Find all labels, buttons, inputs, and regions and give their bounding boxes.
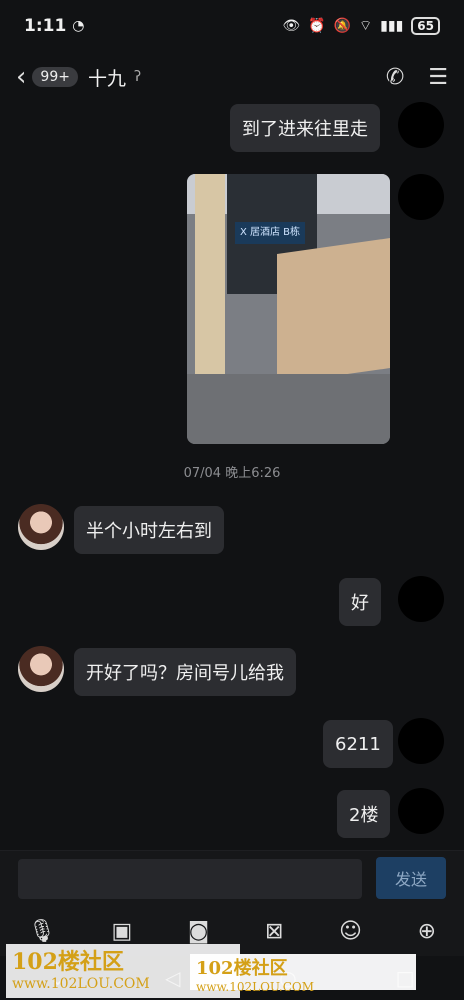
mute-icon: 🔕 xyxy=(333,18,351,34)
wifi-icon: ⌔ xyxy=(359,18,373,34)
unread-badge[interactable]: 99+ xyxy=(32,67,78,87)
message-input[interactable] xyxy=(18,859,362,899)
camera-icon[interactable]: ◙ xyxy=(188,919,209,944)
message-timestamp: 07/04 晚上6:26 xyxy=(183,466,281,481)
watermark: 102楼社区 www.102LOU.COM xyxy=(190,954,416,994)
status-icons: 👁 ⏰ 🔕 ⌔ ▮▮▮ 65 xyxy=(282,17,440,35)
avatar-self[interactable] xyxy=(398,576,444,622)
earpiece-icon: ʔ xyxy=(133,69,142,85)
message-image[interactable]: X 居酒店 B栋 xyxy=(187,174,390,444)
message-bubble-self[interactable]: 好 xyxy=(339,578,381,626)
contact-name: 十九 xyxy=(87,67,126,90)
input-bar: 发送 xyxy=(0,850,464,906)
chat-header: ‹ 99+ 十九 ʔ ✆ ☰ xyxy=(0,52,464,102)
avatar-self[interactable] xyxy=(398,102,444,148)
phone-icon[interactable]: ✆ xyxy=(386,65,404,90)
send-button[interactable]: 发送 xyxy=(376,857,446,899)
speed-icon: ◔ xyxy=(72,18,85,34)
avatar-self[interactable] xyxy=(398,174,444,220)
mic-icon[interactable]: 🎙 xyxy=(28,919,56,944)
menu-icon[interactable]: ☰ xyxy=(428,65,448,90)
message-bubble-self[interactable]: 6211 xyxy=(323,720,393,768)
alarm-icon: ⏰ xyxy=(308,18,326,34)
emoji-icon[interactable]: ☺ xyxy=(339,919,362,944)
battery-indicator: 65 xyxy=(411,17,440,35)
message-bubble-other[interactable]: 半个小时左右到 xyxy=(74,506,224,554)
red-packet-icon[interactable]: ⊠ xyxy=(265,919,283,944)
image-icon[interactable]: ▣ xyxy=(111,919,132,944)
avatar-self[interactable] xyxy=(398,788,444,834)
message-bubble-self[interactable]: 2楼 xyxy=(337,790,391,838)
image-sign-text: X 居酒店 B栋 xyxy=(235,222,305,244)
avatar-contact[interactable] xyxy=(18,504,64,550)
status-bar: 1:11 ◔ 👁 ⏰ 🔕 ⌔ ▮▮▮ 65 xyxy=(0,0,464,52)
plus-icon[interactable]: ⊕ xyxy=(418,919,436,944)
back-arrow-icon[interactable]: ‹ xyxy=(16,62,26,92)
eye-icon: 👁 xyxy=(282,18,301,34)
avatar-self[interactable] xyxy=(398,718,444,764)
signal-icon: ▮▮▮ xyxy=(380,18,404,34)
message-bubble-self[interactable]: 到了进来往里走 xyxy=(230,104,380,152)
message-bubble-other[interactable]: 开好了吗？房间号儿给我 xyxy=(74,648,296,696)
avatar-contact[interactable] xyxy=(18,646,64,692)
status-time: 1:11 xyxy=(24,16,67,36)
header-actions: ✆ ☰ xyxy=(386,65,448,90)
